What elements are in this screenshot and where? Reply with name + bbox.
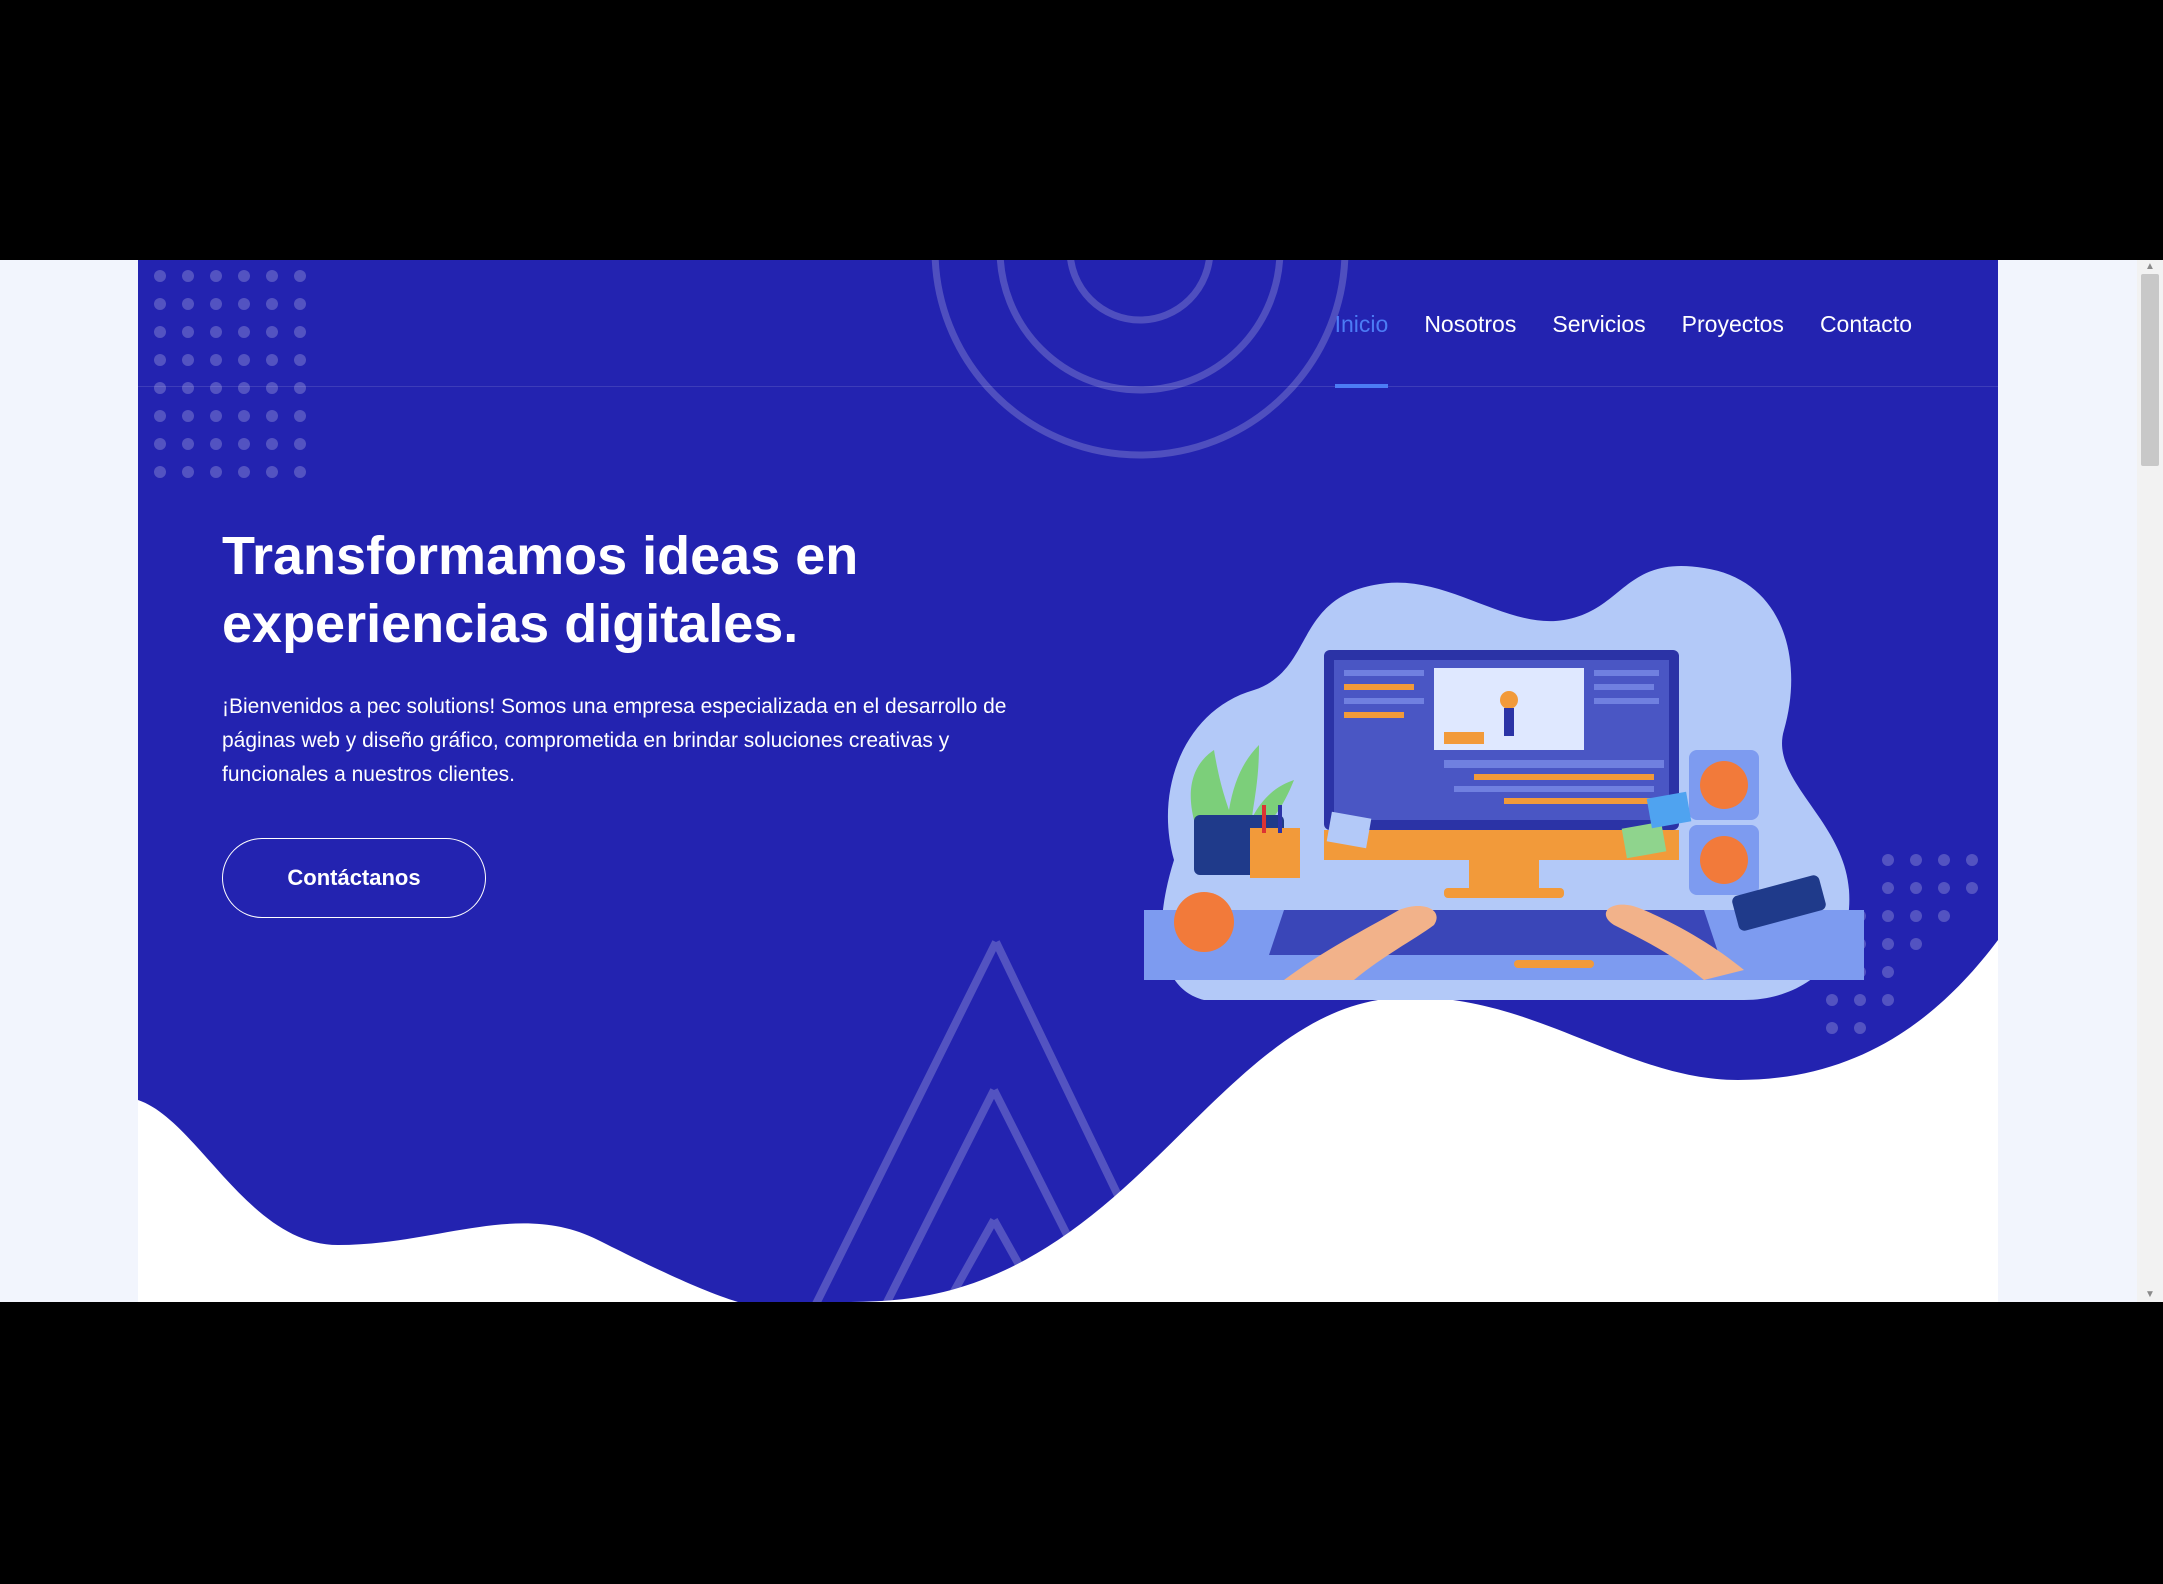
nav-item-contacto[interactable]: Contacto <box>1802 304 1930 344</box>
nav-item-nosotros[interactable]: Nosotros <box>1406 304 1534 344</box>
landing-page: Inicio Nosotros Servicios Proyectos Cont… <box>138 260 1998 1302</box>
hero-description: ¡Bienvenidos a pec solutions! Somos una … <box>222 695 1007 786</box>
contact-cta-button[interactable]: Contáctanos <box>222 838 486 918</box>
nav-item-label: Inicio <box>1334 311 1389 337</box>
nav-item-servicios[interactable]: Servicios <box>1534 304 1663 344</box>
letterbox-top <box>0 0 2163 260</box>
nav-active-underline <box>1334 384 1389 388</box>
letterbox-bottom <box>0 1302 2163 1584</box>
hero-title-line2: experiencias digitales. <box>222 594 799 654</box>
browser-viewport: Inicio Nosotros Servicios Proyectos Cont… <box>0 260 2163 1302</box>
developer-workstation-illustration <box>1144 566 1864 1000</box>
nav-item-label: Nosotros <box>1424 311 1517 337</box>
hero-title-line1: Transformamos ideas en <box>222 526 859 586</box>
nav-item-label: Proyectos <box>1681 311 1784 337</box>
nav-item-inicio[interactable]: Inicio <box>1317 304 1407 388</box>
scroll-up-arrow-icon[interactable]: ▲ <box>2137 260 2163 274</box>
nav-links: Inicio Nosotros Servicios Proyectos Cont… <box>1317 304 1930 388</box>
scroll-down-arrow-icon[interactable]: ▼ <box>2137 1288 2163 1302</box>
hero-title: Transformamos ideas en experiencias digi… <box>222 522 982 658</box>
scrollbar-thumb[interactable] <box>2141 274 2159 466</box>
top-navbar: Inicio Nosotros Servicios Proyectos Cont… <box>138 260 1998 388</box>
vertical-scrollbar[interactable]: ▲ ▼ <box>2137 260 2163 1302</box>
nav-item-proyectos[interactable]: Proyectos <box>1664 304 1802 344</box>
nav-item-label: Servicios <box>1552 311 1646 337</box>
nav-item-label: Contacto <box>1819 311 1912 337</box>
